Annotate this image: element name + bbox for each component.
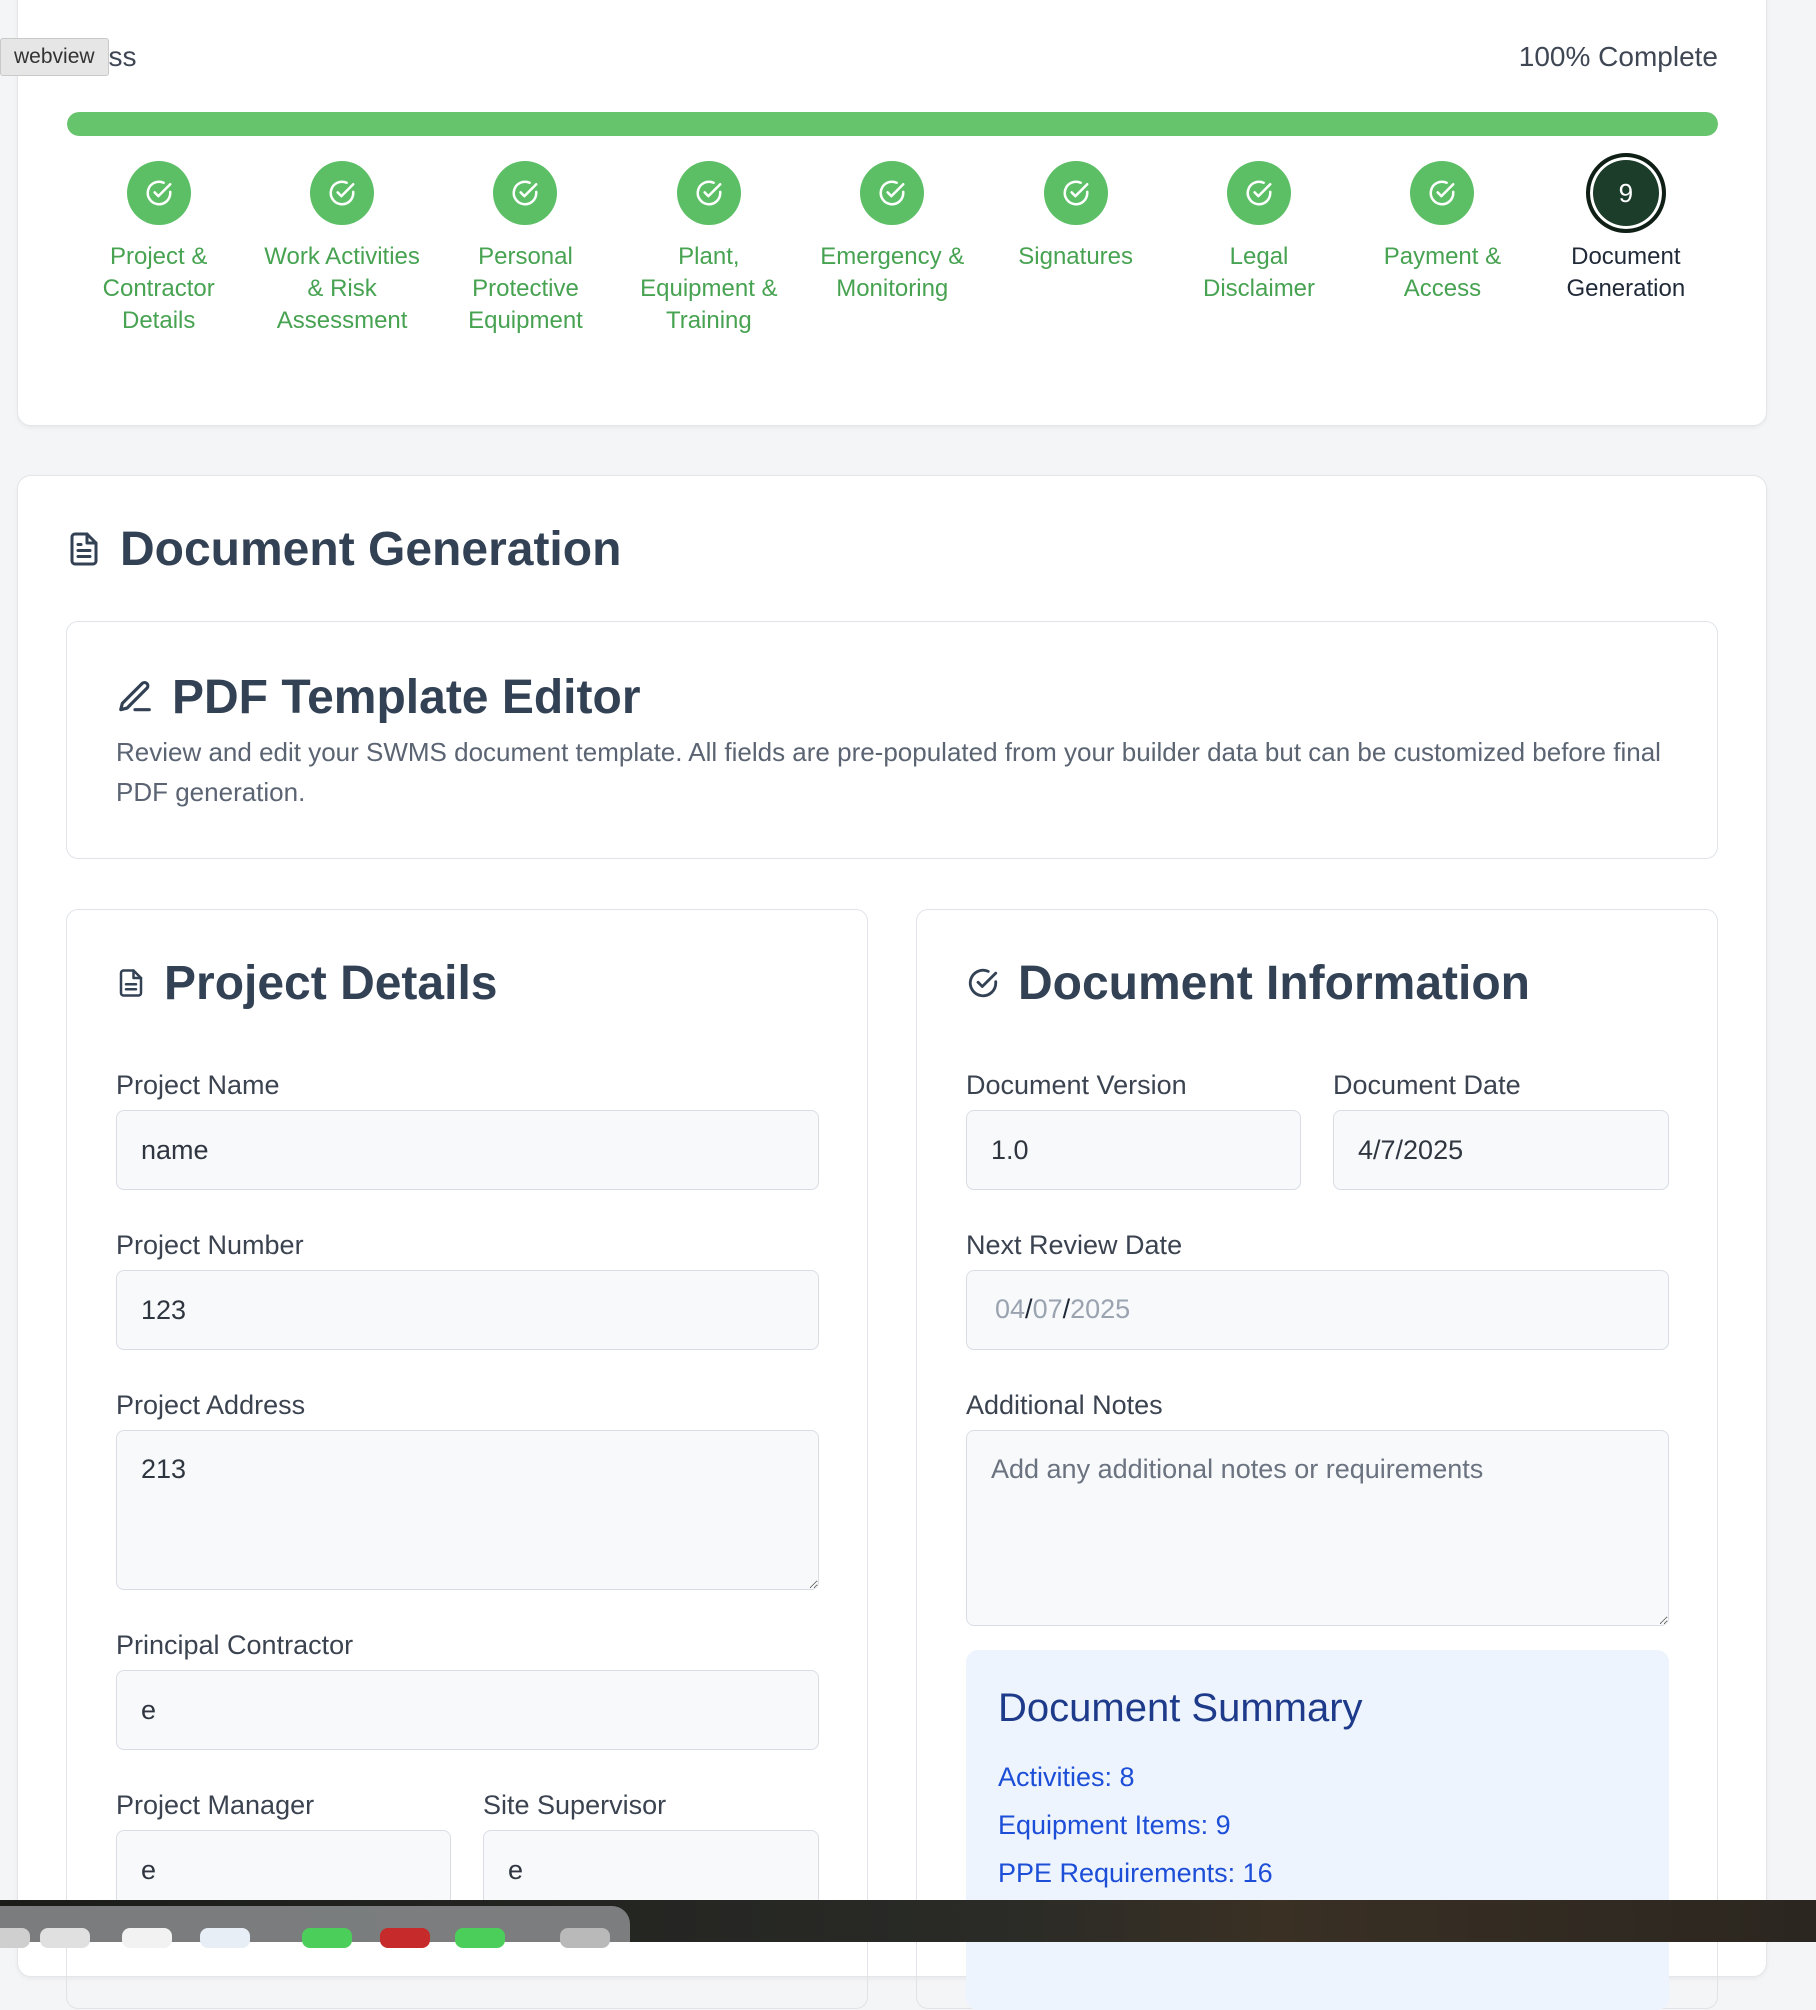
webview-tooltip: webview [0,38,109,76]
step-payment[interactable]: Payment & Access [1351,161,1534,337]
progress-card: gress 100% Complete Project & Contractor… [17,0,1767,426]
next-review-date-label: Next Review Date [966,1230,1183,1260]
date-separator: / [1025,1294,1033,1324]
step-plant-equipment[interactable]: Plant, Equipment & Training [617,161,800,337]
template-editor-heading: PDF Template Editor [172,670,641,724]
project-address-textarea[interactable]: 213 [116,1430,819,1590]
date-separator: / [1062,1294,1071,1324]
project-name-label: Project Name [116,1070,280,1100]
step-label: Signatures [1018,243,1134,270]
date-month-segment[interactable]: 07 [1033,1294,1063,1324]
step-complete-badge [126,161,191,225]
step-complete-badge [310,161,375,225]
template-editor-box: PDF Template Editor Review and edit your… [66,621,1718,859]
site-supervisor-label: Site Supervisor [483,1790,667,1820]
check-circle-icon [329,180,355,206]
document-version-label: Document Version [966,1070,1187,1100]
principal-contractor-label: Principal Contractor [116,1630,354,1660]
dock-app-icon[interactable] [122,1928,172,1948]
step-complete-badge [860,161,925,225]
step-label: Plant, Equipment & Training [640,243,778,334]
step-legal[interactable]: Legal Disclaimer [1167,161,1350,337]
step-label: Legal Disclaimer [1203,243,1316,302]
summary-equipment: Equipment Items: 9 [998,1810,1231,1840]
date-year-segment[interactable]: 2025 [1070,1294,1130,1324]
progress-bar-fill [67,112,1718,136]
check-circle-icon [696,180,722,206]
step-emergency[interactable]: Emergency & Monitoring [801,161,984,337]
check-circle-icon [146,180,172,206]
template-editor-description: Review and edit your SWMS document templ… [116,737,1661,807]
step-label: Personal Protective Equipment [468,243,583,334]
summary-activities: Activities: 8 [998,1762,1135,1792]
dock-app-icon[interactable] [0,1928,30,1948]
document-date-input[interactable] [1333,1110,1669,1190]
project-details-heading: Project Details [164,956,498,1010]
page-title: Document Generation [120,522,622,576]
document-summary-title: Document Summary [998,1686,1363,1730]
step-project-contractor[interactable]: Project & Contractor Details [67,161,250,337]
dock-app-icon[interactable] [40,1928,90,1948]
document-information-panel: Document Information Document Version Do… [916,909,1718,2010]
additional-notes-textarea[interactable] [966,1430,1669,1626]
step-ppe[interactable]: Personal Protective Equipment [434,161,617,337]
progress-bar [67,112,1718,136]
template-editor-title: PDF Template Editor [116,664,641,730]
check-circle-icon [512,180,538,206]
document-information-heading: Document Information [1018,956,1530,1010]
project-details-panel: Project Details Project Name Project Num… [66,909,868,2009]
project-details-title: Project Details [116,950,497,1016]
dock-app-icon[interactable] [302,1928,352,1948]
step-complete-badge [676,161,741,225]
step-complete-badge [1043,161,1108,225]
file-text-icon [70,532,98,566]
dock-app-icon[interactable] [455,1928,505,1948]
check-circle-icon [1246,180,1272,206]
summary-ppe: PPE Requirements: 16 [998,1858,1273,1888]
step-complete-badge [493,161,558,225]
project-manager-label: Project Manager [116,1790,315,1820]
document-summary: Document Summary Activities: 8 Equipment… [966,1650,1669,2010]
step-complete-badge [1227,161,1292,225]
step-document-generation[interactable]: 9 Document Generation [1534,153,1717,337]
document-generation-card: Document Generation PDF Template Editor … [17,475,1767,2010]
file-text-icon [119,969,143,997]
project-number-input[interactable] [116,1270,819,1350]
step-signatures[interactable]: Signatures [984,161,1167,337]
project-address-label: Project Address [116,1390,306,1420]
dock-app-icon[interactable] [560,1928,610,1948]
progress-percent: 100% Complete [1518,41,1718,72]
check-circle-icon [968,968,998,998]
section-title: Document Generation [66,514,621,584]
site-supervisor-input[interactable] [483,1830,819,1910]
step-label: Emergency & Monitoring [820,243,965,302]
step-label: Work Activities & Risk Assessment [264,243,420,334]
step-current-badge: 9 [1585,153,1666,233]
step-label: Project & Contractor Details [102,243,215,334]
dock-app-icon[interactable] [380,1928,430,1948]
additional-notes-label: Additional Notes [966,1390,1163,1420]
dock-app-icon[interactable] [200,1928,250,1948]
step-label: Document Generation [1566,243,1686,302]
document-version-input[interactable] [966,1110,1301,1190]
check-circle-icon [1429,180,1455,206]
project-manager-input[interactable] [116,1830,451,1910]
document-information-title: Document Information [966,950,1530,1016]
date-day-segment[interactable]: 04 [995,1294,1025,1324]
check-circle-icon [1063,180,1089,206]
step-label: Payment & Access [1383,243,1502,302]
document-date-label: Document Date [1333,1070,1521,1100]
pen-icon [119,681,151,712]
next-review-date-input[interactable]: 04/07/2025 [966,1270,1669,1350]
step-complete-badge [1410,161,1475,225]
progress-header: gress 100% Complete [68,41,1718,73]
step-work-activities[interactable]: Work Activities & Risk Assessment [250,161,433,337]
step-list: Project & Contractor Details Work Activi… [67,153,1718,337]
project-number-label: Project Number [116,1230,304,1260]
check-circle-icon [879,180,905,206]
principal-contractor-input[interactable] [116,1670,819,1750]
project-name-input[interactable] [116,1110,819,1190]
